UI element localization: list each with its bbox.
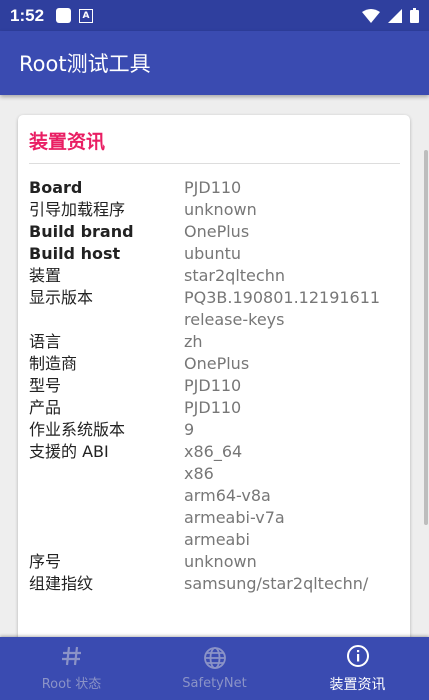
- info-value: star2qltechn: [184, 265, 285, 287]
- notification-icon: [56, 8, 72, 23]
- info-value: zh: [184, 331, 203, 353]
- info-row: Board PJD110: [29, 177, 404, 199]
- status-bar: 1:52 A: [0, 0, 429, 31]
- info-label: Board: [29, 178, 83, 197]
- info-label: 型号: [29, 376, 62, 395]
- info-value-line: PQ3B.190801.12191611: [184, 288, 381, 307]
- info-label: Build host: [29, 244, 121, 263]
- info-value: PQ3B.190801.12191611 release-keys: [184, 287, 380, 331]
- info-label: 引导加载程序: [29, 200, 126, 219]
- globe-icon: [203, 647, 226, 669]
- app-bar: Root测试工具: [0, 31, 429, 95]
- scrollbar[interactable]: [424, 150, 428, 525]
- info-value: samsung/star2qltechn/: [184, 573, 368, 595]
- info-value: unknown: [184, 199, 257, 221]
- nav-label: SafetyNet: [182, 676, 247, 691]
- info-label: 显示版本: [29, 288, 94, 307]
- battery-icon: [410, 8, 419, 23]
- info-value-line: unknown: [184, 200, 257, 219]
- info-value-line: armeabi-v7a: [184, 508, 285, 527]
- info-row: 制造商 OnePlus: [29, 353, 404, 375]
- info-row: 显示版本 PQ3B.190801.12191611 release-keys: [29, 287, 404, 331]
- info-label: 产品: [29, 398, 62, 417]
- info-label: Build brand: [29, 222, 134, 241]
- info-label: 作业系统版本: [29, 420, 126, 439]
- info-value-line: PJD110: [184, 178, 242, 197]
- info-value-line: arm64-v8a: [184, 486, 271, 505]
- info-value: PJD110: [184, 177, 241, 199]
- signal-icon: [388, 8, 402, 23]
- nav-safetynet[interactable]: SafetyNet: [143, 637, 286, 700]
- info-row: Build brand OnePlus: [29, 221, 404, 243]
- info-value-line: ubuntu: [184, 244, 241, 263]
- divider: [29, 163, 400, 164]
- info-value-line: x86: [184, 464, 214, 483]
- info-value-line: OnePlus: [184, 354, 250, 373]
- info-label: 序号: [29, 552, 62, 571]
- info-value-line: OnePlus: [184, 222, 250, 241]
- card-title: 装置资讯: [29, 131, 106, 153]
- nav-label: Root 状态: [41, 677, 102, 692]
- info-row: 支援的 ABI x86_64 x86 arm64-v8a armeabi-v7a arme…: [29, 441, 404, 551]
- info-value-line: zh: [184, 332, 203, 351]
- info-value: PJD110: [184, 375, 241, 397]
- info-value-line: PJD110: [184, 376, 242, 395]
- hash-icon: [61, 646, 81, 666]
- info-value: OnePlus: [184, 353, 249, 375]
- info-value: OnePlus: [184, 221, 249, 243]
- wifi-icon: [362, 8, 380, 23]
- info-label: 装置: [29, 266, 62, 285]
- info-row: Build host ubuntu: [29, 243, 404, 265]
- bottom-navigation: Root 状态 SafetyNet 装置资讯: [0, 637, 429, 700]
- info-value-line: PJD110: [184, 398, 242, 417]
- info-label: 制造商: [29, 354, 78, 373]
- info-value-line: armeabi: [184, 530, 250, 549]
- info-value: 9: [184, 419, 194, 441]
- info-row: 引导加载程序 unknown: [29, 199, 404, 221]
- content-scroll[interactable]: 装置资讯 Board PJD110 引导加载程序 unknown Build brand…: [0, 95, 429, 637]
- info-value: x86_64 x86 arm64-v8a armeabi-v7a armeabi: [184, 441, 285, 551]
- info-row: 序号 unknown: [29, 551, 404, 573]
- info-icon: [346, 644, 369, 667]
- nav-label: 装置资讯: [329, 676, 386, 693]
- info-label: 支援的 ABI: [29, 442, 109, 461]
- info-value-line: x86_64: [184, 442, 243, 461]
- info-value-line: unknown: [184, 552, 257, 571]
- nav-device-info[interactable]: 装置资讯: [286, 637, 429, 700]
- nav-root-status[interactable]: Root 状态: [0, 637, 143, 700]
- info-value-line: samsung/star2qltechn/: [184, 574, 369, 593]
- info-row: 语言 zh: [29, 331, 404, 353]
- info-row: 装置 star2qltechn: [29, 265, 404, 287]
- app-title: Root测试工具: [19, 52, 151, 76]
- device-info-card: 装置资讯 Board PJD110 引导加载程序 unknown Build brand…: [18, 115, 410, 637]
- a-notification-icon: A: [79, 8, 94, 23]
- info-value: unknown: [184, 551, 257, 573]
- info-value: PJD110: [184, 397, 241, 419]
- info-value-line: 9: [184, 420, 195, 439]
- info-row: 产品 PJD110: [29, 397, 404, 419]
- info-row: 作业系统版本 9: [29, 419, 404, 441]
- info-value-line: star2qltechn: [184, 266, 285, 285]
- info-list: Board PJD110 引导加载程序 unknown Build brand OnePl…: [29, 177, 404, 595]
- info-value-line: release-keys: [184, 310, 285, 329]
- info-value: ubuntu: [184, 243, 241, 265]
- info-label: 组建指纹: [29, 574, 94, 593]
- status-time: 1:52: [10, 5, 45, 25]
- info-row: 型号 PJD110: [29, 375, 404, 397]
- info-label: 语言: [29, 332, 62, 351]
- info-row: 组建指纹 samsung/star2qltechn/: [29, 573, 404, 595]
